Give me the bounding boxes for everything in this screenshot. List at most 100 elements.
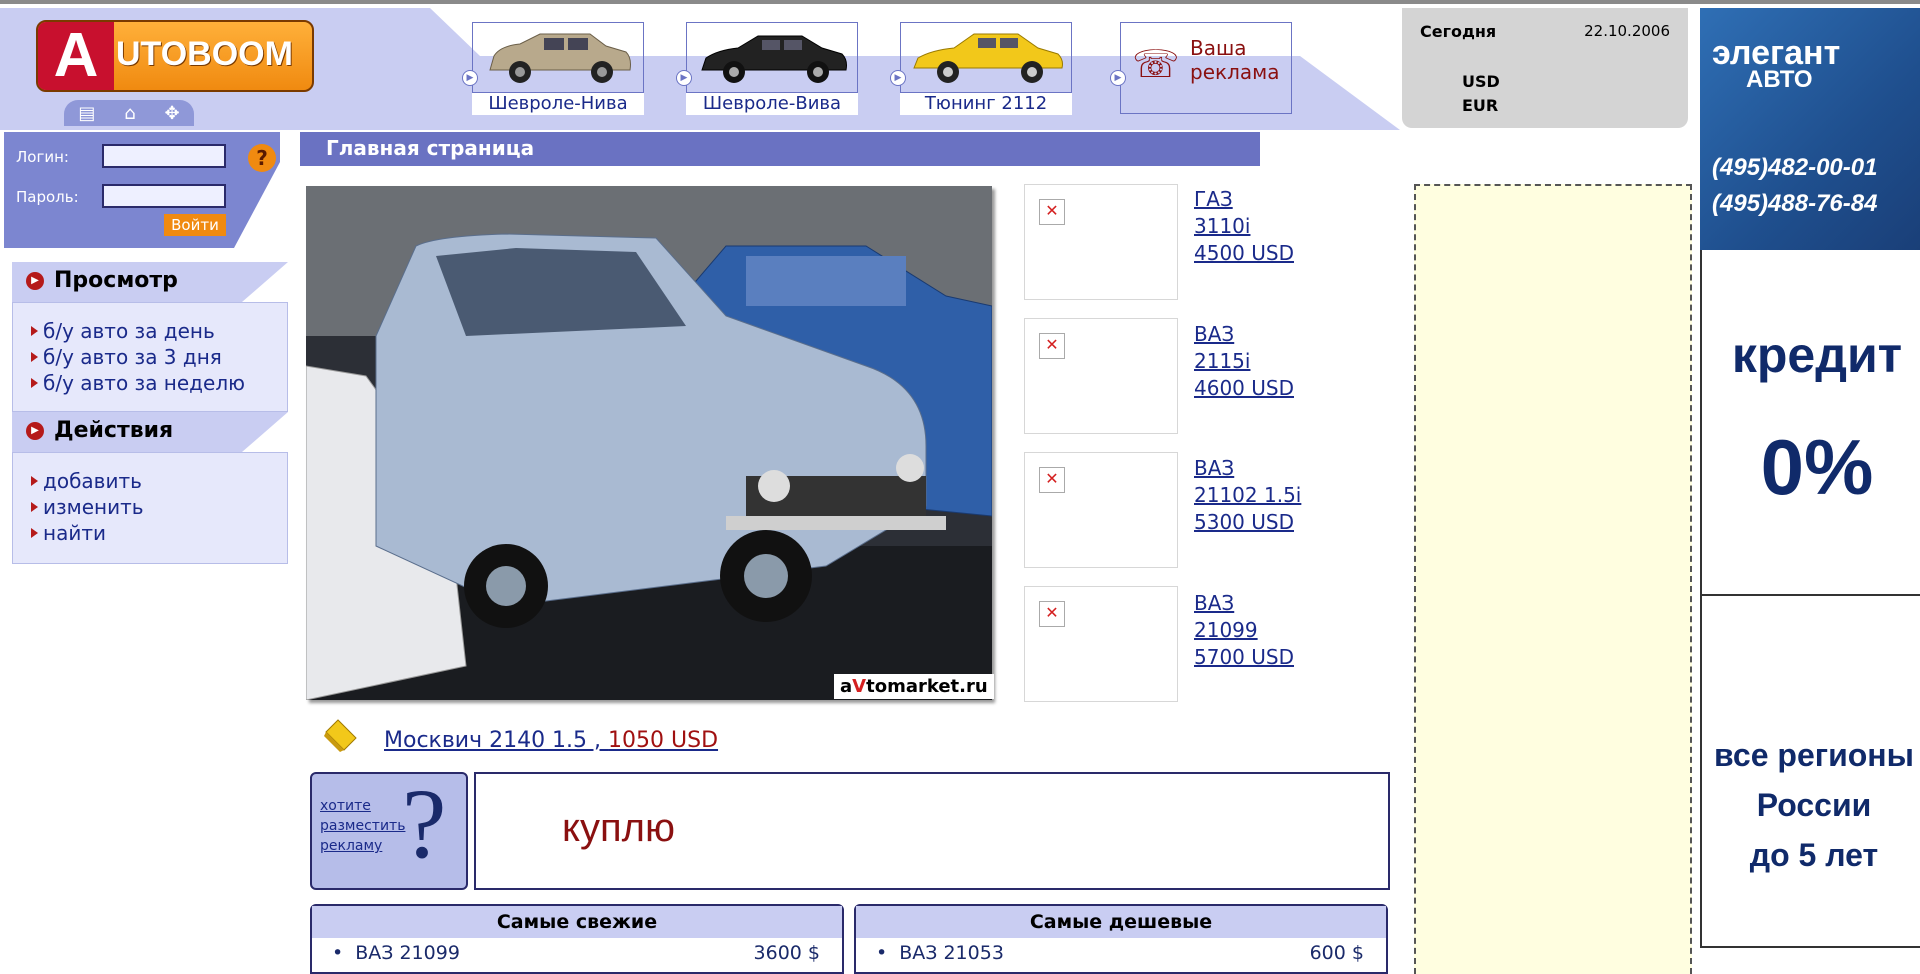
thumb-price: 5300 USD — [1194, 510, 1294, 534]
regions-line2: России — [1756, 787, 1872, 823]
thumb-frame[interactable]: ✕ — [1024, 318, 1178, 434]
car-tile-viva[interactable]: ▶ Шевроле-Вива — [676, 22, 860, 115]
advert-line1: хотите — [320, 798, 371, 814]
sidebar-section-view-title: ▶ Просмотр — [26, 268, 178, 293]
car-tile-tuning[interactable]: ▶ Тюнинг 2112 — [890, 22, 1074, 115]
watermark-v: V — [852, 676, 867, 697]
sidebar-actions-list: добавить изменить найти — [12, 452, 288, 564]
thumb-make: ГАЗ — [1194, 187, 1233, 211]
featured-car-image — [306, 186, 992, 700]
featured-car-link[interactable]: Москвич 2140 1.5 , 1050 USD — [384, 728, 718, 753]
logo-letter: A — [38, 22, 114, 90]
thumb-link[interactable]: ВАЗ 21102 1.5i 5300 USD — [1194, 455, 1301, 536]
freshest-item[interactable]: ВАЗ 21099 — [332, 942, 460, 964]
cheapest-price: 600 $ — [1309, 942, 1364, 964]
thumb-price: 4600 USD — [1194, 376, 1294, 400]
password-label: Пароль: — [16, 188, 79, 206]
sidebar-item-find[interactable]: найти — [31, 521, 106, 545]
sidebar-section-actions: ▶ Действия — [12, 412, 288, 452]
sidebar-item-week[interactable]: б/у авто за неделю — [31, 371, 245, 395]
your-ad-line2: реклама — [1190, 60, 1280, 84]
sidebar-view-label: Просмотр — [54, 268, 178, 293]
password-input[interactable] — [102, 184, 226, 208]
thumb-price: 4500 USD — [1194, 241, 1294, 265]
login-button[interactable]: Войти — [164, 214, 226, 236]
thumb-frame[interactable]: ✕ — [1024, 452, 1178, 568]
your-ad-text[interactable]: Ваша реклама — [1190, 36, 1279, 84]
cheapest-item[interactable]: ВАЗ 21053 — [876, 942, 1004, 964]
thumb-frame[interactable]: ✕ — [1024, 184, 1178, 300]
car-tile-niva[interactable]: ▶ Шевроле-Нива — [462, 22, 646, 115]
buy-banner[interactable]: куплю — [474, 772, 1390, 890]
logo-icon-bar: ▤ ⌂ ✥ — [64, 100, 194, 126]
thumb-model: 3110i — [1194, 214, 1251, 238]
home-icon[interactable]: ⌂ — [124, 103, 135, 124]
logo-text: UTOBOOM — [116, 35, 293, 73]
elegant-avto-banner[interactable]: элегант АВТО (495)482-00-01 (495)488-76-… — [1700, 8, 1920, 250]
sidebar-section-view: ▶ Просмотр — [12, 262, 288, 302]
sidebar-item-edit[interactable]: изменить — [31, 495, 144, 519]
thumb-frame[interactable]: ✕ — [1024, 586, 1178, 702]
regions-line1: все регионы — [1714, 737, 1914, 773]
eur-rate-label: EUR — [1462, 96, 1499, 115]
place-advert-box[interactable]: хотите разместить рекламу ? — [310, 768, 468, 890]
tag-icon — [324, 719, 357, 752]
page-title: Главная страница — [326, 136, 535, 160]
bullet-icon: ▶ — [26, 421, 44, 440]
regions-line3: до 5 лет — [1749, 837, 1879, 873]
credit-percent: 0% — [1760, 423, 1874, 511]
car-tile-label[interactable]: Шевроле-Нива — [472, 92, 644, 115]
arrow-bullet-icon: ▶ — [890, 70, 906, 86]
today-date: 22.10.2006 — [1584, 22, 1670, 40]
login-input[interactable] — [102, 144, 226, 168]
your-ad-tile[interactable]: ▶ ☏ Ваша реклама — [1110, 22, 1294, 114]
login-panel: Логин: Пароль: — [4, 132, 280, 248]
regions-banner[interactable]: все регионы России до 5 лет — [1700, 596, 1920, 948]
credit-banner[interactable]: кредит 0% — [1700, 250, 1920, 596]
side-banner-placeholder — [1414, 184, 1692, 974]
featured-car-photo[interactable] — [306, 186, 992, 700]
freshest-title: Самые свежие — [312, 906, 842, 938]
watermark-rest: tomarket.ru — [866, 676, 988, 697]
thumb-link[interactable]: ВАЗ 2115i 4600 USD — [1194, 321, 1294, 402]
thumb-link[interactable]: ВАЗ 21099 5700 USD — [1194, 590, 1294, 671]
thumb-price: 5700 USD — [1194, 645, 1294, 669]
broken-image-icon: ✕ — [1039, 467, 1065, 493]
rates-box: Сегодня 22.10.2006 USD EUR — [1402, 8, 1688, 128]
place-advert-link[interactable]: хотите разместить рекламу — [320, 796, 405, 856]
bullet-icon: ▶ — [26, 271, 44, 290]
car-tile-label[interactable]: Тюнинг 2112 — [900, 92, 1072, 115]
car-tuning-image — [913, 33, 1063, 83]
featured-car-price: 1050 USD — [608, 728, 719, 753]
arrow-bullet-icon: ▶ — [1110, 70, 1126, 86]
thumb-link[interactable]: ГАЗ 3110i 4500 USD — [1194, 186, 1294, 267]
featured-car-name: Москвич 2140 1.5 , — [384, 728, 609, 753]
today-label: Сегодня — [1420, 22, 1497, 41]
thumb-model: 21102 1.5i — [1194, 483, 1302, 507]
page-icon[interactable]: ▤ — [78, 103, 95, 124]
elegant-phone-1: (495)482-00-01 — [1712, 154, 1878, 181]
top-border — [0, 0, 1920, 4]
sidebar-item-day[interactable]: б/у авто за день — [31, 319, 215, 343]
car-niva-image — [489, 33, 631, 83]
sidebar-item-add[interactable]: добавить — [31, 469, 142, 493]
advert-line2: разместить — [320, 818, 406, 834]
sidebar-item-3days[interactable]: б/у авто за 3 дня — [31, 345, 222, 369]
photo-watermark: aVtomarket.ru — [834, 674, 994, 699]
cheapest-panel: Самые дешевые ВАЗ 21053 600 $ — [854, 904, 1388, 974]
car-tile-label[interactable]: Шевроле-Вива — [686, 92, 858, 115]
regions-text: все регионы России до 5 лет — [1702, 730, 1920, 880]
watermark-a: a — [840, 676, 853, 697]
help-icon[interactable]: ? — [248, 144, 276, 172]
elegant-logo-subtext: АВТО — [1746, 66, 1813, 93]
broken-image-icon: ✕ — [1039, 199, 1065, 225]
broken-image-icon: ✕ — [1039, 601, 1065, 627]
car-viva-image — [701, 35, 847, 83]
your-ad-line1: Ваша — [1190, 36, 1247, 60]
thumb-model: 2115i — [1194, 349, 1251, 373]
arrow-bullet-icon: ▶ — [462, 70, 478, 86]
sidebar-view-list: б/у авто за день б/у авто за 3 дня б/у а… — [12, 302, 288, 412]
advert-line3: рекламу — [320, 838, 383, 854]
move-icon[interactable]: ✥ — [164, 103, 179, 124]
question-mark-icon: ? — [402, 768, 447, 879]
